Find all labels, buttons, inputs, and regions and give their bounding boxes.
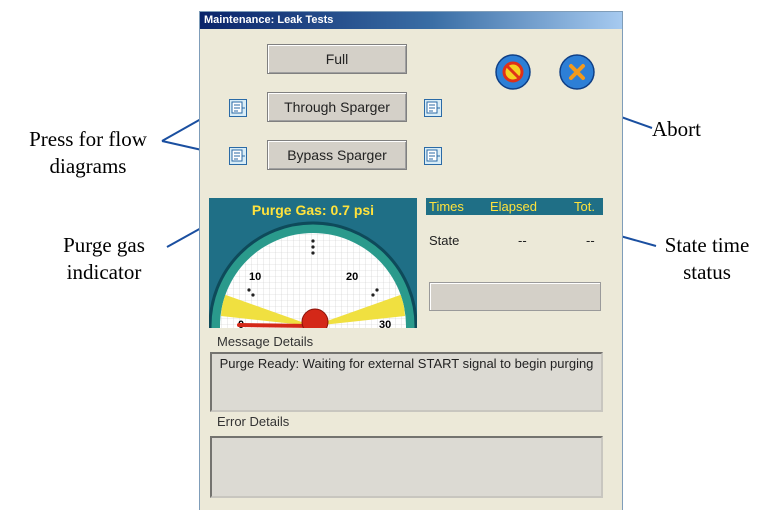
error-details-label: Error Details <box>217 414 290 429</box>
elapsed-column-header: Elapsed <box>490 199 537 214</box>
flow-diagram-icon[interactable] <box>229 147 247 165</box>
error-details-box <box>210 436 603 498</box>
purge-gas-gauge-panel: Purge Gas: 0.7 psi 0 10 20 30 <box>209 198 417 328</box>
through-sparger-button-label: Through Sparger <box>284 99 390 115</box>
message-details-text: Purge Ready: Waiting for external START … <box>219 356 594 371</box>
times-column-header: Times <box>429 199 464 214</box>
cancel-button[interactable] <box>559 54 595 90</box>
total-column-header: Tot. <box>574 199 595 214</box>
callout-purge-gas-indicator: Purge gas indicator <box>63 233 145 284</box>
message-details-label: Message Details <box>217 334 314 349</box>
gauge-tick-label: 10 <box>249 271 261 283</box>
purge-gas-gauge: 0 10 20 30 <box>209 221 417 328</box>
gauge-tick-label: 20 <box>346 271 358 283</box>
callout-flow-diagrams: Press for flow diagrams <box>29 127 147 178</box>
message-details-box: Purge Ready: Waiting for external START … <box>210 352 603 412</box>
through-sparger-button[interactable]: Through Sparger <box>267 92 407 122</box>
state-row-label: State <box>429 233 460 248</box>
bypass-sparger-button[interactable]: Bypass Sparger <box>267 140 407 170</box>
abort-button[interactable] <box>495 54 531 90</box>
state-elapsed-value: -- <box>518 233 527 248</box>
full-test-button-label: Full <box>325 51 349 67</box>
state-total-value: -- <box>586 233 595 248</box>
flow-diagram-icon[interactable] <box>424 99 442 117</box>
times-header: Times Elapsed Tot. <box>426 198 603 215</box>
window-title-bar: Maintenance: Leak Tests <box>200 12 622 29</box>
gauge-tick-label: 30 <box>379 319 391 328</box>
callout-state-time-status: State time status <box>664 233 750 284</box>
callout-abort: Abort <box>652 117 701 141</box>
window-title: Maintenance: Leak Tests <box>204 14 334 26</box>
flow-diagram-icon[interactable] <box>229 99 247 117</box>
leak-tests-window: Maintenance: Leak Tests Full Through Spa… <box>199 11 623 510</box>
flow-diagram-icon[interactable] <box>424 147 442 165</box>
full-test-button[interactable]: Full <box>267 44 407 74</box>
status-display-box <box>429 282 601 311</box>
bypass-sparger-button-label: Bypass Sparger <box>287 147 387 163</box>
